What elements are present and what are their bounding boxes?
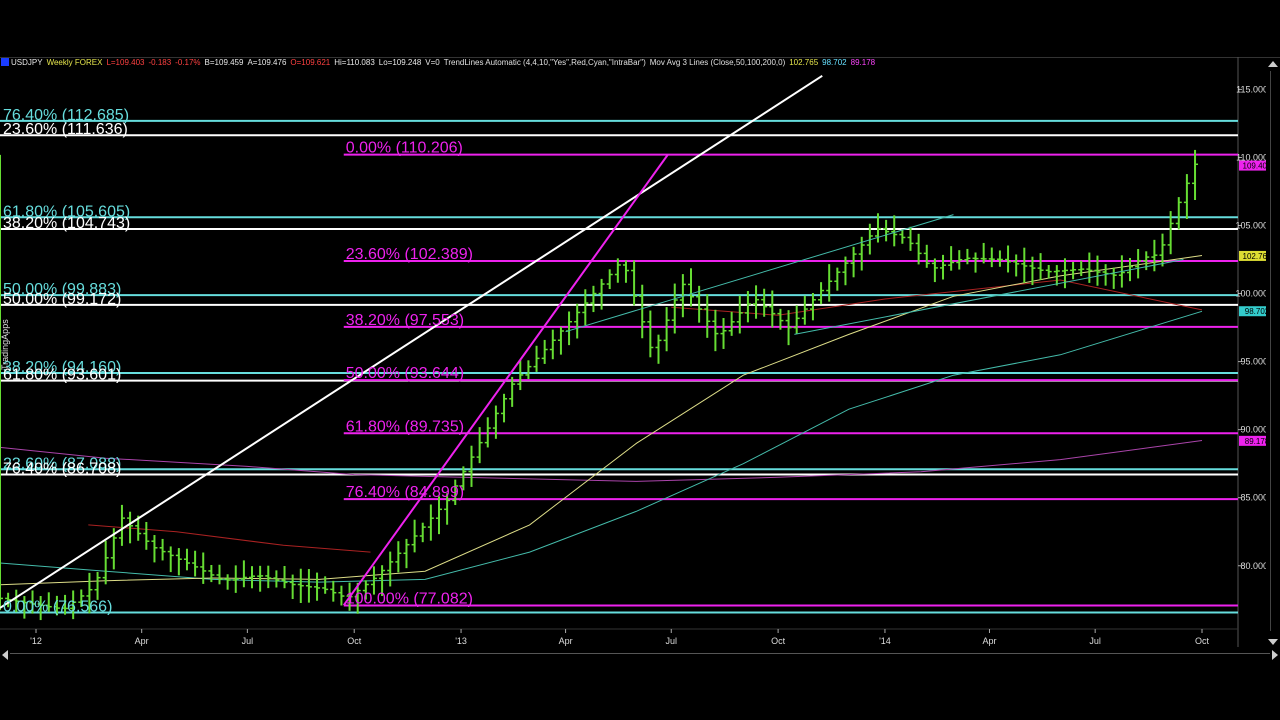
timeframe: Weekly FOREX xyxy=(46,58,103,67)
fib-label-left: 0.00% (76.566) xyxy=(3,598,112,615)
scroll-track[interactable] xyxy=(10,653,1270,658)
mov-avg-study[interactable]: Mov Avg 3 Lines (Close,50,100,200,0) xyxy=(650,58,786,67)
low: Lo=109.248 xyxy=(378,58,422,67)
ma2-value: 98.702 xyxy=(822,58,847,67)
scroll-thumb[interactable] xyxy=(1270,71,1276,631)
fib-label-magenta: 38.20% (97.553) xyxy=(346,312,464,329)
fib-label-left: 76.40% (86.708) xyxy=(3,460,121,477)
x-tick-label: Jul xyxy=(242,636,254,646)
ma3-value: 89.178 xyxy=(850,58,876,67)
side-watermark: TradingApps xyxy=(0,319,10,371)
ask: A=109.476 xyxy=(247,58,287,67)
symbol-color-icon xyxy=(1,58,9,66)
fib-label-magenta: 50.00% (93.644) xyxy=(346,365,464,382)
fib-label-left: 38.20% (104.743) xyxy=(3,215,130,232)
x-tick-label: '13 xyxy=(455,636,467,646)
x-tick-label: Oct xyxy=(771,636,786,646)
y-tick-label: 105.000 xyxy=(1235,221,1266,231)
fib-label-left: 50.00% (99.172) xyxy=(3,291,121,308)
high: Hi=110.083 xyxy=(334,58,375,67)
ma-100-line xyxy=(0,310,1203,583)
x-tick-label: Jul xyxy=(1089,636,1101,646)
last-price: L=109.403 xyxy=(106,58,145,67)
trendlines-study[interactable]: TrendLines Automatic (4,4,10,"Yes",Red,C… xyxy=(444,58,646,67)
fib-label-left: 23.60% (111.636) xyxy=(3,121,128,138)
x-tick-label: '12 xyxy=(30,636,42,646)
price-marker-label: 102.765 xyxy=(1243,252,1266,261)
ma1-value: 102.765 xyxy=(789,58,819,67)
change-pct: -0.17% xyxy=(175,58,201,67)
fib-label-magenta: 0.00% (110.206) xyxy=(346,140,463,157)
bid: B=109.459 xyxy=(204,58,244,67)
y-tick-label: 85.000 xyxy=(1240,493,1266,503)
y-tick-label: 80.000 xyxy=(1240,561,1266,571)
chart-header: USDJPY Weekly FOREX L=109.403 -0.183 -0.17% B… xyxy=(0,57,1238,69)
open: O=109.621 xyxy=(290,58,331,67)
y-tick-label: 100.000 xyxy=(1235,289,1266,299)
fib-label-left: 61.80% (93.601) xyxy=(3,367,121,384)
volume: V=0 xyxy=(425,58,440,67)
x-tick-label: Oct xyxy=(347,636,362,646)
x-tick-label: Apr xyxy=(982,636,996,646)
scroll-up-icon[interactable] xyxy=(1268,61,1278,67)
scroll-left-icon[interactable] xyxy=(2,650,8,660)
x-tick-label: Oct xyxy=(1195,636,1210,646)
price-marker-label: 98.702 xyxy=(1245,307,1266,316)
x-tick-label: Apr xyxy=(559,636,573,646)
change: -0.183 xyxy=(148,58,172,67)
fib-label-magenta: 23.60% (102.389) xyxy=(346,246,473,263)
scroll-right-icon[interactable] xyxy=(1272,650,1278,660)
x-tick-label: Jul xyxy=(666,636,678,646)
fib-label-magenta: 61.80% (89.735) xyxy=(346,418,464,435)
horizontal-scrollbar[interactable] xyxy=(0,648,1280,662)
y-tick-label: 115.000 xyxy=(1236,84,1266,94)
y-tick-label: 90.000 xyxy=(1240,425,1266,435)
x-tick-label: Apr xyxy=(135,636,149,646)
vertical-scrollbar[interactable] xyxy=(1266,57,1280,647)
x-tick-label: '14 xyxy=(879,636,891,646)
scroll-down-icon[interactable] xyxy=(1268,639,1278,645)
symbol: USDJPY xyxy=(11,58,43,67)
y-tick-label: 95.000 xyxy=(1240,357,1266,367)
price-chart[interactable]: 80.000 85.000 90.000 95.000 100.000 105.000 11… xyxy=(0,57,1266,647)
price-marker-label: 109.403 xyxy=(1243,162,1266,171)
fib-label-magenta: 100.00% (77.082) xyxy=(346,590,473,607)
price-marker-label: 89.178 xyxy=(1245,437,1266,446)
fib-label-magenta: 76.40% (84.899) xyxy=(346,484,464,501)
